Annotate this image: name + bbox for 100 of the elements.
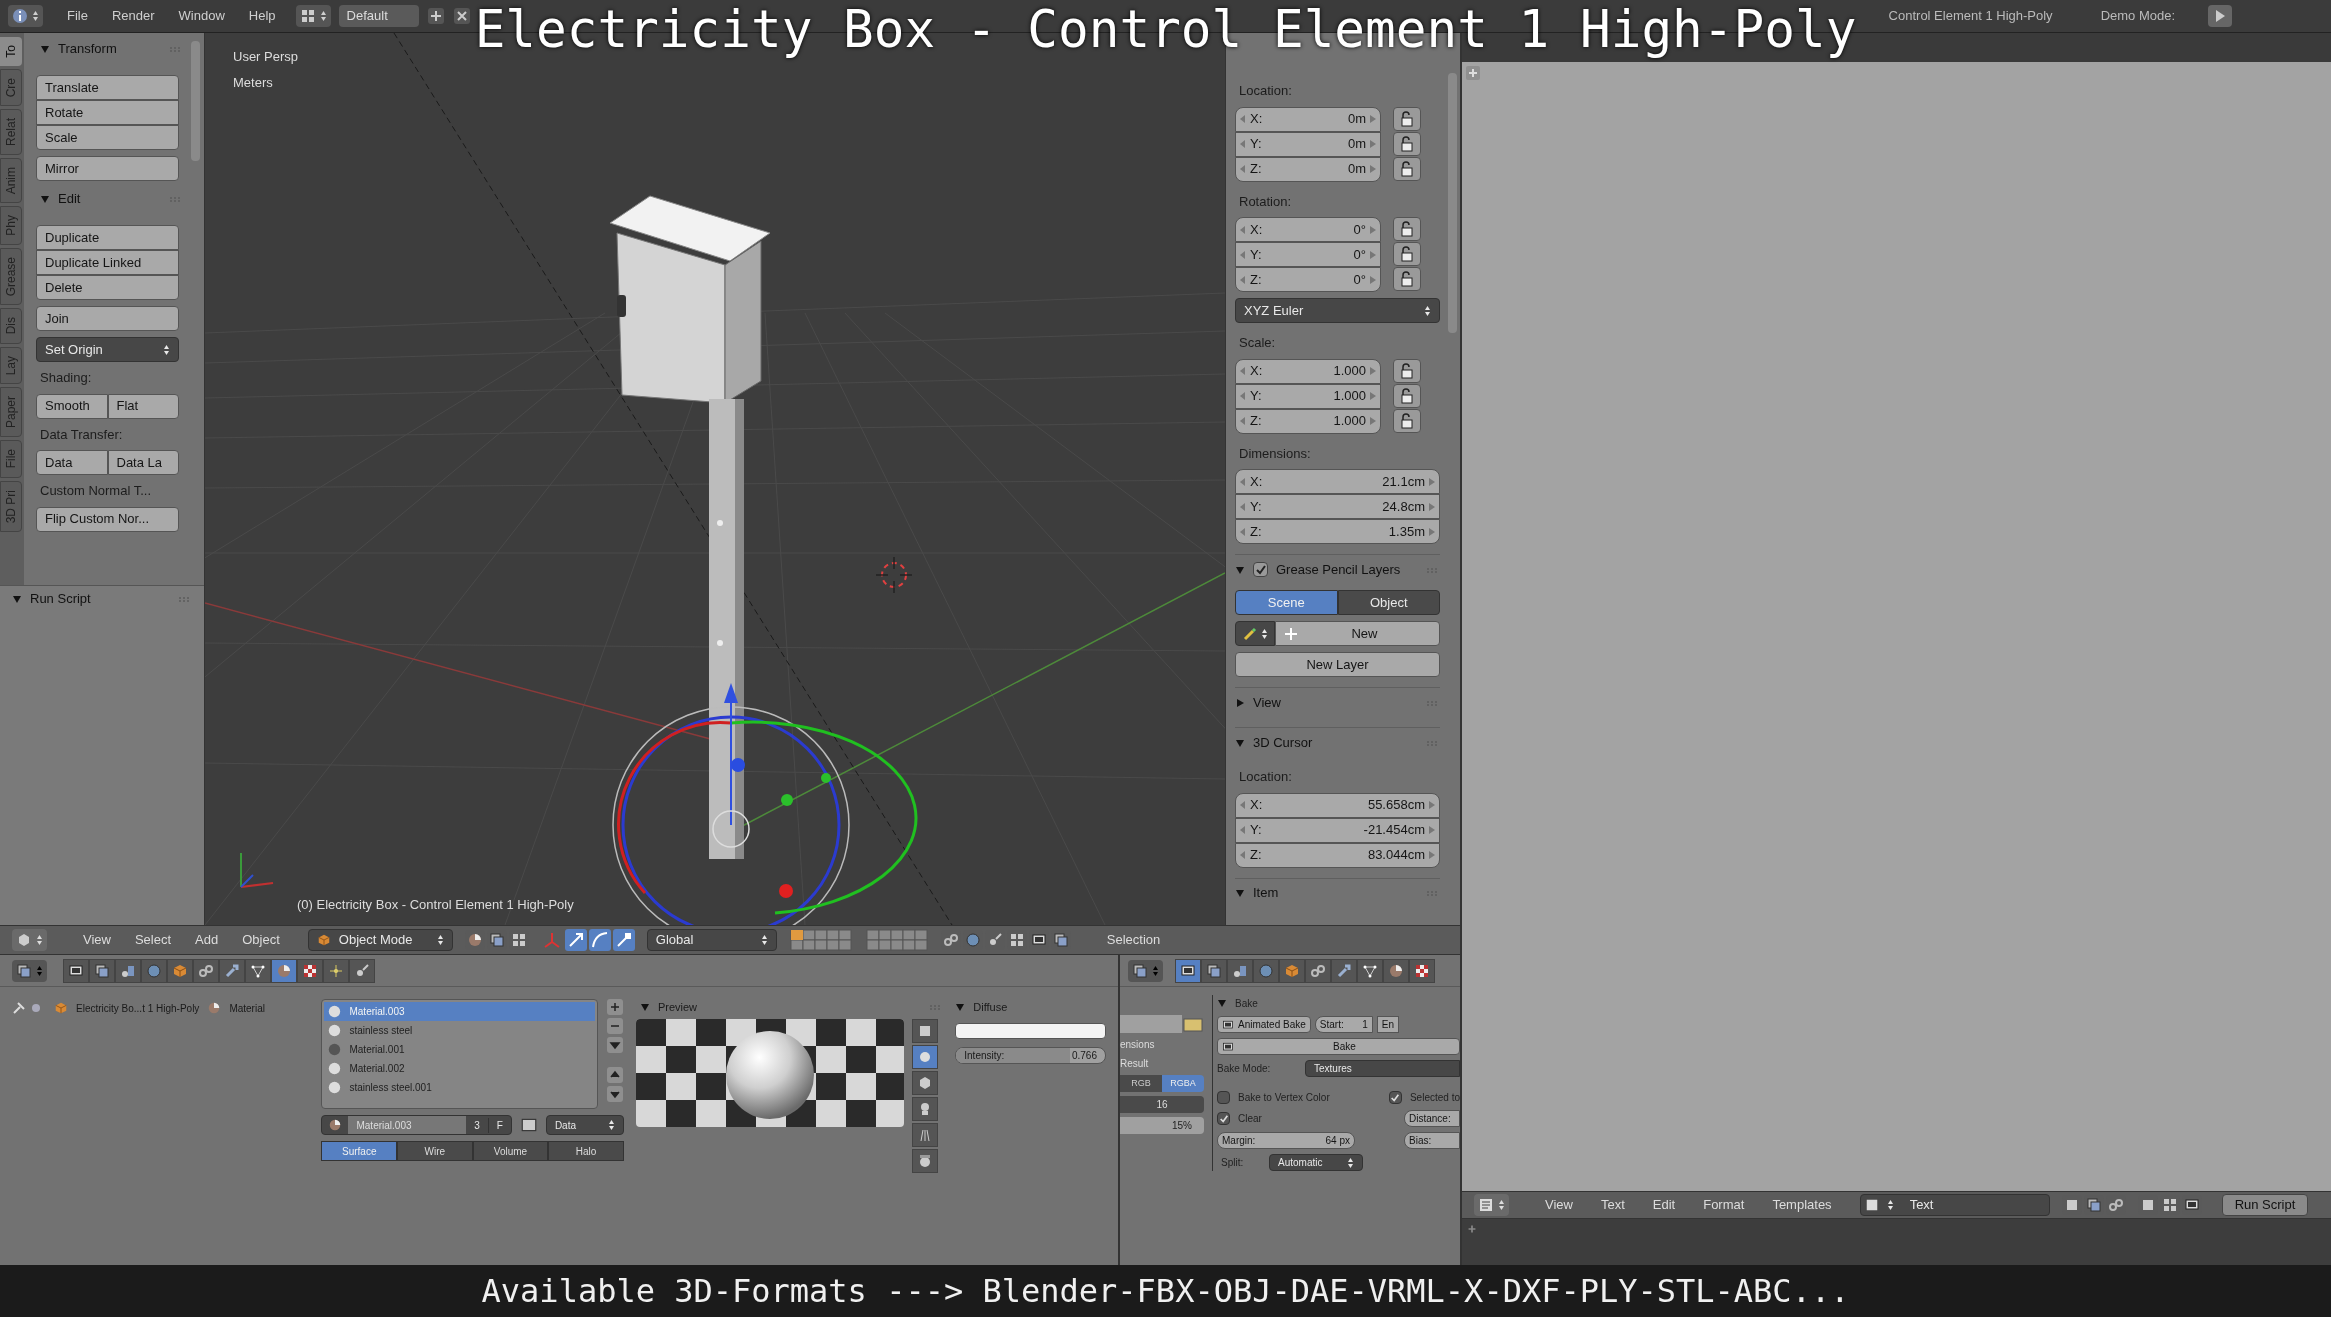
tool-tab[interactable]: To (0, 37, 22, 66)
number-field[interactable]: Z: 1.35m (1235, 519, 1440, 544)
output-path-field[interactable] (1120, 1015, 1182, 1033)
constraints-tab[interactable] (193, 958, 219, 983)
texture-tab[interactable] (297, 958, 323, 983)
lock-button[interactable] (1393, 156, 1421, 181)
world-tab[interactable] (141, 958, 167, 983)
bake-button[interactable]: Bake (1217, 1038, 1460, 1055)
render-tab[interactable] (1175, 958, 1201, 983)
modifiers-tab[interactable] (219, 958, 245, 983)
number-field[interactable]: Y: 1.000 (1235, 383, 1381, 409)
number-field[interactable]: Y: 24.8cm (1235, 494, 1440, 519)
tool-button[interactable]: Data La (107, 450, 179, 475)
sky-preview-button[interactable] (911, 1149, 938, 1173)
checkbox[interactable] (1388, 1091, 1402, 1104)
panel-title[interactable]: Preview (657, 998, 697, 1016)
cube-preview-button[interactable] (911, 1071, 938, 1095)
expanded-triangle-icon[interactable] (1235, 888, 1245, 898)
tool-button[interactable]: Rotate (36, 100, 179, 125)
expanded-triangle-icon[interactable] (1217, 998, 1227, 1008)
expanded-triangle-icon[interactable] (12, 594, 22, 604)
lock-button[interactable] (1393, 408, 1421, 433)
toggle-button[interactable]: Scene (1235, 590, 1338, 615)
slot-menu-icon[interactable] (605, 1037, 624, 1053)
tool-button[interactable]: Flip Custom Nor... (36, 506, 179, 532)
add-icon[interactable] (1466, 1223, 1478, 1235)
lock-button[interactable] (1393, 267, 1421, 291)
number-field[interactable]: Z: 0m (1235, 156, 1381, 182)
tool-button[interactable]: Duplicate Linked (36, 250, 179, 275)
scale-handle-icon[interactable] (612, 929, 635, 951)
menu-item[interactable]: Format (1703, 1195, 1745, 1215)
menu-item[interactable]: Templates (1772, 1195, 1832, 1215)
start-frame-field[interactable]: Start: 1 (1314, 1016, 1373, 1033)
render-tab[interactable] (63, 958, 89, 983)
number-field[interactable]: Z: 83.044cm (1235, 842, 1440, 868)
set-origin-dropdown[interactable]: Set Origin (36, 337, 179, 362)
material-slot[interactable]: Material.001 (324, 1040, 595, 1059)
hair-preview-button[interactable] (911, 1123, 938, 1147)
material-slot[interactable]: Material.003 (324, 1002, 595, 1021)
tool-button[interactable]: Smooth (36, 393, 108, 419)
move-up-icon[interactable] (605, 1067, 624, 1083)
material-field[interactable]: Material.003 3 F (321, 1115, 512, 1135)
expanded-triangle-icon[interactable] (1235, 564, 1245, 575)
menu-item[interactable]: Edit (1652, 1195, 1676, 1215)
plane-preview-button[interactable] (911, 1019, 938, 1043)
constraints-tab[interactable] (1305, 958, 1331, 983)
editor-type-button[interactable] (12, 959, 47, 982)
orientation-dropdown[interactable]: Global (646, 929, 777, 951)
lock-button[interactable] (1393, 106, 1421, 131)
animated-bake-button[interactable]: Animated Bake (1217, 1016, 1311, 1033)
new-layer-button[interactable]: New Layer (1235, 652, 1440, 677)
add-slot-icon[interactable] (605, 999, 624, 1015)
world-tab[interactable] (1253, 958, 1279, 983)
expanded-triangle-icon[interactable] (1235, 737, 1245, 748)
editor-type-button[interactable] (1128, 959, 1163, 982)
scene-tab[interactable] (115, 958, 141, 983)
tool-button[interactable]: Scale (36, 125, 179, 150)
number-field[interactable]: X: 55.658cm (1235, 792, 1440, 818)
toggle-button[interactable]: Object (1337, 590, 1440, 615)
editor-type-button[interactable] (12, 929, 47, 951)
menu-item[interactable]: Window (174, 6, 229, 26)
number-field[interactable]: X: 1.000 (1235, 358, 1381, 384)
bake-mode-dropdown[interactable]: Textures (1305, 1060, 1460, 1077)
material-tab[interactable] (271, 958, 297, 983)
number-field[interactable]: X: 21.1cm (1235, 469, 1440, 494)
expanded-triangle-icon[interactable] (40, 194, 50, 204)
lock-button[interactable] (1393, 358, 1421, 383)
scrollbar[interactable] (1448, 73, 1457, 333)
number-field[interactable]: Y: -21.454cm (1235, 817, 1440, 843)
tool-button[interactable]: Flat (107, 393, 179, 419)
menu-item[interactable]: Help (244, 6, 280, 26)
tool-button[interactable]: Translate (36, 75, 179, 100)
menu-item[interactable]: Add (195, 930, 219, 950)
add-icon[interactable] (426, 7, 445, 25)
distance-field[interactable]: Distance: (1404, 1110, 1460, 1127)
checkbox[interactable] (1217, 1112, 1230, 1125)
material-slot[interactable]: stainless steel.001 (324, 1078, 595, 1097)
panel-title[interactable]: Edit (58, 189, 81, 209)
expanded-triangle-icon[interactable] (955, 1002, 966, 1012)
number-field[interactable]: Z: 0° (1235, 267, 1381, 292)
rotate-arc-icon[interactable] (588, 929, 611, 951)
number-field[interactable]: X: 0° (1235, 217, 1381, 242)
panel-title[interactable]: Grease Pencil Layers (1276, 559, 1401, 580)
screen-layout-button[interactable] (295, 5, 331, 27)
number-field[interactable]: Y: 0m (1235, 131, 1381, 157)
data-tab[interactable] (1357, 958, 1383, 983)
number-field[interactable]: Z: 1.000 (1235, 408, 1381, 434)
physics-tab[interactable] (349, 958, 375, 983)
material-slot[interactable]: stainless steel (324, 1021, 595, 1040)
layer-grid-icon[interactable] (788, 929, 853, 951)
color-mode-button[interactable]: RGB (1120, 1075, 1162, 1092)
link-dropdown[interactable]: Data (545, 1115, 624, 1135)
texture-tab[interactable] (1409, 958, 1435, 983)
editor-type-button[interactable] (1474, 1194, 1509, 1216)
expanded-triangle-icon[interactable] (40, 44, 50, 54)
checkbox[interactable] (1217, 1091, 1230, 1104)
diffuse-color-field[interactable] (955, 1023, 1106, 1039)
menu-item[interactable]: Object (242, 930, 280, 950)
menu-item[interactable]: Text (1600, 1195, 1625, 1215)
text-datablock-field[interactable]: Text (1859, 1194, 2050, 1216)
